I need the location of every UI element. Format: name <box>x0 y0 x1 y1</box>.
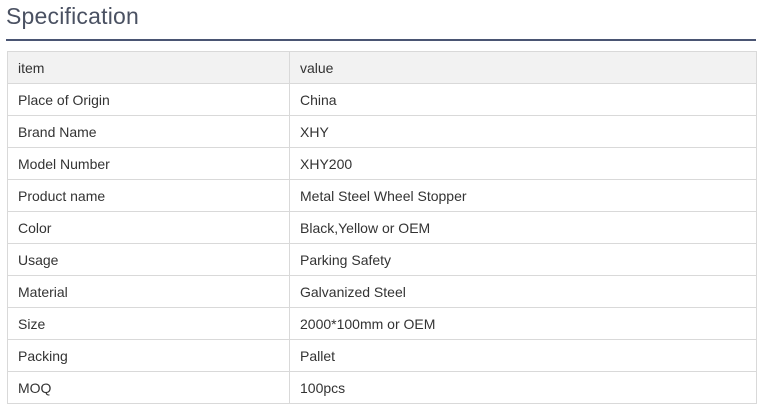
spec-label: MOQ <box>7 371 290 404</box>
spec-value: Pallet <box>289 339 757 372</box>
title-divider <box>6 39 756 41</box>
spec-value: Galvanized Steel <box>289 275 757 308</box>
table-row: Place of Origin China <box>7 83 757 116</box>
table-row: Material Galvanized Steel <box>7 275 757 308</box>
table-row: Usage Parking Safety <box>7 243 757 276</box>
spec-label: Brand Name <box>7 115 290 148</box>
table-row: Packing Pallet <box>7 339 757 372</box>
spec-label: Model Number <box>7 147 290 180</box>
table-row: Color Black,Yellow or OEM <box>7 211 757 244</box>
table-header-row: item value <box>7 51 757 84</box>
spec-value: XHY <box>289 115 757 148</box>
spec-label: Product name <box>7 179 290 212</box>
table-row: Size 2000*100mm or OEM <box>7 307 757 340</box>
spec-value: Black,Yellow or OEM <box>289 211 757 244</box>
spec-value: Parking Safety <box>289 243 757 276</box>
spec-value: 2000*100mm or OEM <box>289 307 757 340</box>
spec-label: Size <box>7 307 290 340</box>
section-title: Specification <box>6 3 140 29</box>
spec-label: Usage <box>7 243 290 276</box>
spec-value: China <box>289 83 757 116</box>
table-row: Product name Metal Steel Wheel Stopper <box>7 179 757 212</box>
spec-value: Metal Steel Wheel Stopper <box>289 179 757 212</box>
header-value: value <box>289 51 757 84</box>
spec-label: Material <box>7 275 290 308</box>
table-row: Brand Name XHY <box>7 115 757 148</box>
spec-label: Place of Origin <box>7 83 290 116</box>
spec-value: 100pcs <box>289 371 757 404</box>
header-item: item <box>7 51 290 84</box>
specification-table: item value Place of Origin China Brand N… <box>7 51 757 404</box>
spec-value: XHY200 <box>289 147 757 180</box>
spec-label: Color <box>7 211 290 244</box>
spec-label: Packing <box>7 339 290 372</box>
table-row: Model Number XHY200 <box>7 147 757 180</box>
table-row: MOQ 100pcs <box>7 371 757 404</box>
